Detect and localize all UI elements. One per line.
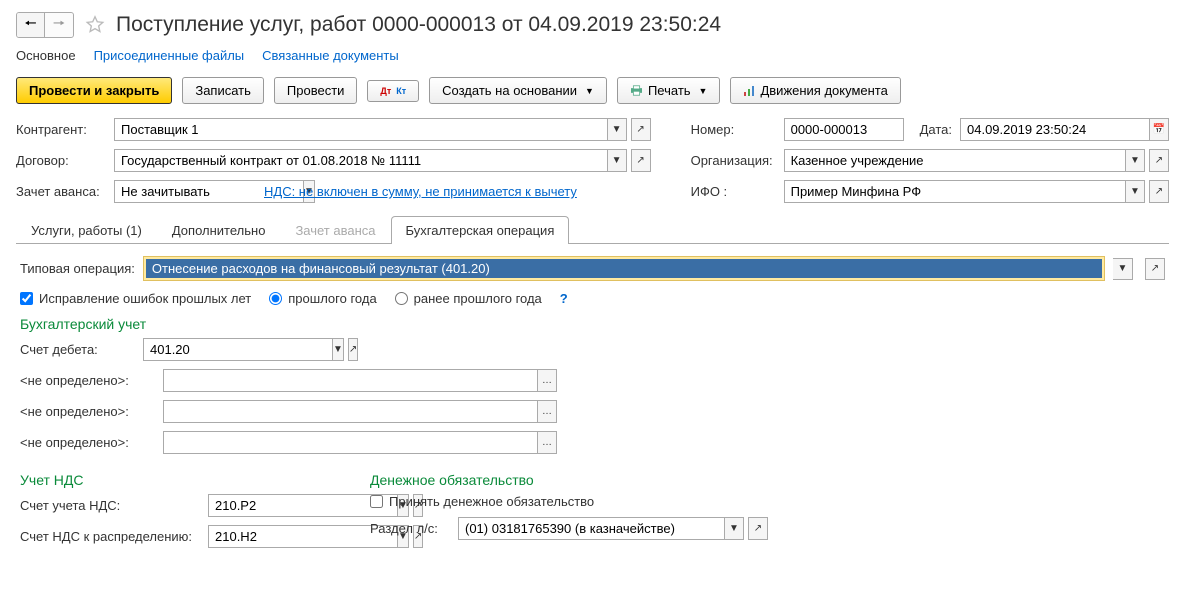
movements-icon [743,85,755,97]
favorite-star-icon[interactable] [84,14,106,36]
ifo-input[interactable] [784,180,1125,203]
debit-label: Счет дебета: [20,342,135,357]
number-label: Номер: [691,122,776,137]
typical-op-label: Типовая операция: [20,261,135,276]
ifo-label: ИФО : [691,184,776,199]
dropdown-icon[interactable]: ▼ [607,118,627,141]
dropdown-icon[interactable]: ▼ [1125,180,1145,203]
tab-additional[interactable]: Дополнительно [157,216,281,244]
vat-dist-input[interactable] [208,525,397,548]
nav-buttons: 🠔 🠖 [16,12,74,38]
ellipsis-icon[interactable]: … [537,400,557,423]
dropdown-icon[interactable]: ▼ [1113,258,1133,280]
section-ls-label: Раздел л/с: [370,521,450,536]
print-button[interactable]: Печать▼ [617,77,721,104]
vat-account-label: Счет учета НДС: [20,498,200,513]
section-money-header: Денежное обязательство [370,472,1165,488]
undef-input-3[interactable] [163,431,537,454]
accept-money-label: Принять денежное обязательство [389,494,594,509]
open-icon[interactable]: ↗ [631,118,651,141]
contractor-input[interactable] [114,118,607,141]
undef-input-1[interactable] [163,369,537,392]
undef-label: <не определено>: [20,373,155,388]
page-title: Поступление услуг, работ 0000-000013 от … [116,13,721,37]
save-button[interactable]: Записать [182,77,264,104]
dropdown-icon[interactable]: ▼ [607,149,627,172]
fix-errors-checkbox[interactable] [20,292,33,305]
section-accounting-header: Бухгалтерский учет [20,316,1165,332]
tab-main[interactable]: Основное [16,48,76,63]
vat-link[interactable]: НДС: не включен в сумму, не принимается … [264,184,577,199]
date-input[interactable] [960,118,1149,141]
org-input[interactable] [784,149,1125,172]
contract-label: Договор: [16,153,106,168]
section-vat-header: Учет НДС [20,472,330,488]
undef-label: <не определено>: [20,404,155,419]
section-ls-input[interactable] [458,517,724,540]
undef-label: <не определено>: [20,435,155,450]
contractor-label: Контрагент: [16,122,106,137]
open-icon[interactable]: ↗ [1149,180,1169,203]
tab-files[interactable]: Присоединенные файлы [94,48,245,63]
vat-dist-label: Счет НДС к распределению: [20,529,200,544]
ellipsis-icon[interactable]: … [537,431,557,454]
calendar-icon[interactable]: 📅 [1149,118,1169,141]
movements-button[interactable]: Движения документа [730,77,900,104]
print-icon [630,85,643,96]
fix-errors-label: Исправление ошибок прошлых лет [39,291,251,306]
contract-input[interactable] [114,149,607,172]
open-icon[interactable]: ↗ [748,517,768,540]
typical-op-field[interactable]: Отнесение расходов на финансовый результ… [143,256,1105,281]
date-label: Дата: [920,122,952,137]
accept-money-checkbox[interactable] [370,495,383,508]
back-button[interactable]: 🠔 [17,13,45,37]
ellipsis-icon[interactable]: … [537,369,557,392]
tab-services[interactable]: Услуги, работы (1) [16,216,157,244]
open-icon[interactable]: ↗ [348,338,358,361]
debit-input[interactable] [143,338,332,361]
process-button[interactable]: Провести [274,77,358,104]
process-and-close-button[interactable]: Провести и закрыть [16,77,172,104]
open-icon[interactable]: ↗ [1145,258,1165,280]
tab-related[interactable]: Связанные документы [262,48,399,63]
forward-button[interactable]: 🠖 [45,13,73,37]
nav-links: Основное Присоединенные файлы Связанные … [16,48,1169,63]
create-based-button[interactable]: Создать на основании▼ [429,77,607,104]
org-label: Организация: [691,153,776,168]
toolbar: Провести и закрыть Записать Провести ДтК… [16,77,1169,104]
dt-kt-button[interactable]: ДтКт [367,80,419,102]
number-input[interactable] [784,118,904,141]
open-icon[interactable]: ↗ [1149,149,1169,172]
tab-accounting[interactable]: Бухгалтерская операция [391,216,570,244]
dropdown-icon[interactable]: ▼ [724,517,744,540]
dropdown-icon[interactable]: ▼ [332,338,344,361]
vat-account-input[interactable] [208,494,397,517]
tab-advance-offset: Зачет аванса [280,216,390,244]
advance-label: Зачет аванса: [16,184,106,199]
content-tabs: Услуги, работы (1) Дополнительно Зачет а… [16,215,1169,244]
help-icon[interactable]: ? [560,291,568,306]
radio-last-year[interactable] [269,292,282,305]
open-icon[interactable]: ↗ [631,149,651,172]
radio-earlier[interactable] [395,292,408,305]
dropdown-icon[interactable]: ▼ [1125,149,1145,172]
undef-input-2[interactable] [163,400,537,423]
